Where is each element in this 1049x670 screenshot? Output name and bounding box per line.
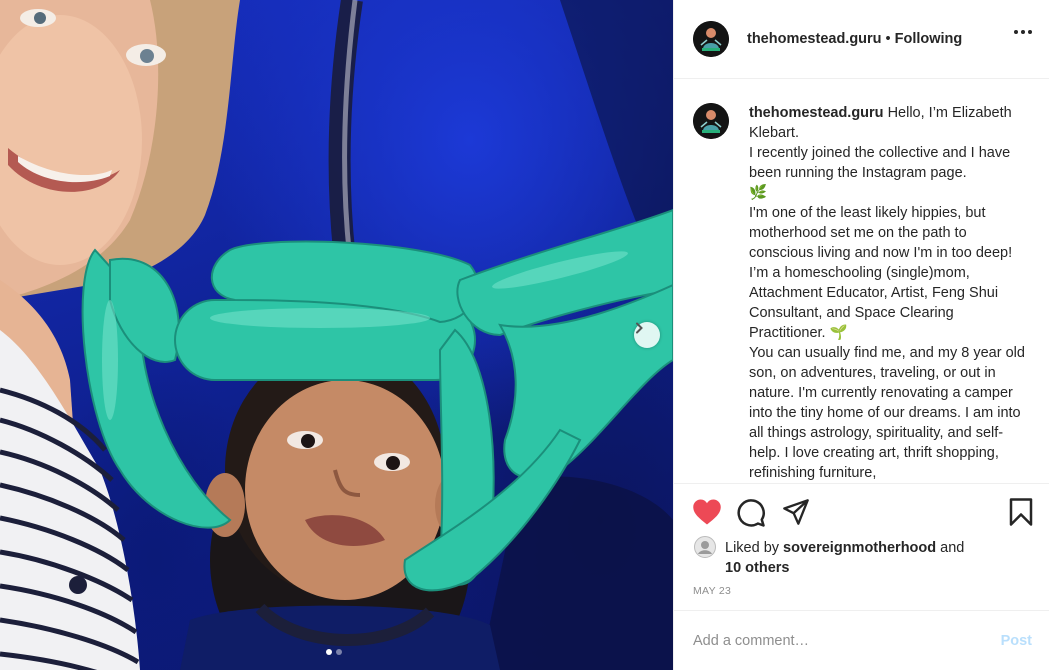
comment-input[interactable] [693, 632, 1001, 649]
carousel-next-button[interactable] [634, 322, 660, 348]
post-header: thehomestead.guru • Following [674, 0, 1049, 79]
liker-avatar-image [695, 537, 715, 557]
photo-illustration [0, 0, 673, 670]
caption-line: You can usually find me, and my 8 year o… [749, 345, 1025, 481]
liked-by-and: and [940, 540, 965, 556]
post-comment-button[interactable]: Post [1001, 633, 1032, 649]
liked-by-user-link[interactable]: sovereignmotherhood [783, 540, 936, 556]
comment-form: Post [674, 610, 1049, 670]
caption-line: I'm one of the least likely hippies, but… [749, 205, 1013, 341]
comment-icon[interactable] [736, 498, 766, 528]
post-details-panel: thehomestead.guru • Following thehomeste… [673, 0, 1049, 670]
avatar[interactable] [693, 21, 729, 57]
caption-avatar[interactable] [693, 103, 729, 139]
avatar[interactable] [694, 536, 716, 558]
caption-line: I recently joined the collective and I h… [749, 145, 1011, 181]
liked-by-prefix: Liked by [725, 540, 780, 556]
more-options-button[interactable] [1014, 30, 1032, 34]
carousel-dot-active [326, 649, 332, 655]
profile-logo [693, 103, 729, 139]
bookmark-icon[interactable] [1008, 497, 1034, 527]
heart-icon[interactable] [692, 498, 722, 526]
caption-row: thehomestead.guru Hello, I’m Elizabeth K… [674, 80, 1049, 482]
more-dot [1021, 30, 1025, 34]
likes-summary: Liked by sovereignmotherhood and 10 othe… [694, 536, 964, 578]
post-photo[interactable] [0, 0, 673, 670]
caption-scroll-area[interactable]: thehomestead.guru Hello, I’m Elizabeth K… [674, 80, 1049, 482]
caption-text: thehomestead.guru Hello, I’m Elizabeth K… [749, 103, 1034, 482]
action-icons-row [674, 484, 1049, 540]
caption-line: 🌿 [749, 185, 768, 201]
likes-text: Liked by sovereignmotherhood and 10 othe… [725, 538, 964, 578]
header-username[interactable]: thehomestead.guru [747, 31, 882, 47]
profile-logo [693, 21, 729, 57]
liked-by-others-link[interactable]: 10 others [725, 560, 789, 576]
carousel-indicator [326, 649, 342, 655]
chevron-right-icon [636, 322, 643, 334]
more-dot [1014, 30, 1018, 34]
post-date[interactable]: MAY 23 [693, 585, 731, 597]
caption-username[interactable]: thehomestead.guru [749, 105, 884, 121]
more-dot [1028, 30, 1032, 34]
paper-plane-icon[interactable] [782, 498, 810, 526]
carousel-dot [336, 649, 342, 655]
following-button[interactable]: Following [895, 31, 963, 47]
separator-dot: • [885, 31, 891, 47]
post-actions-area: Liked by sovereignmotherhood and 10 othe… [674, 483, 1049, 597]
